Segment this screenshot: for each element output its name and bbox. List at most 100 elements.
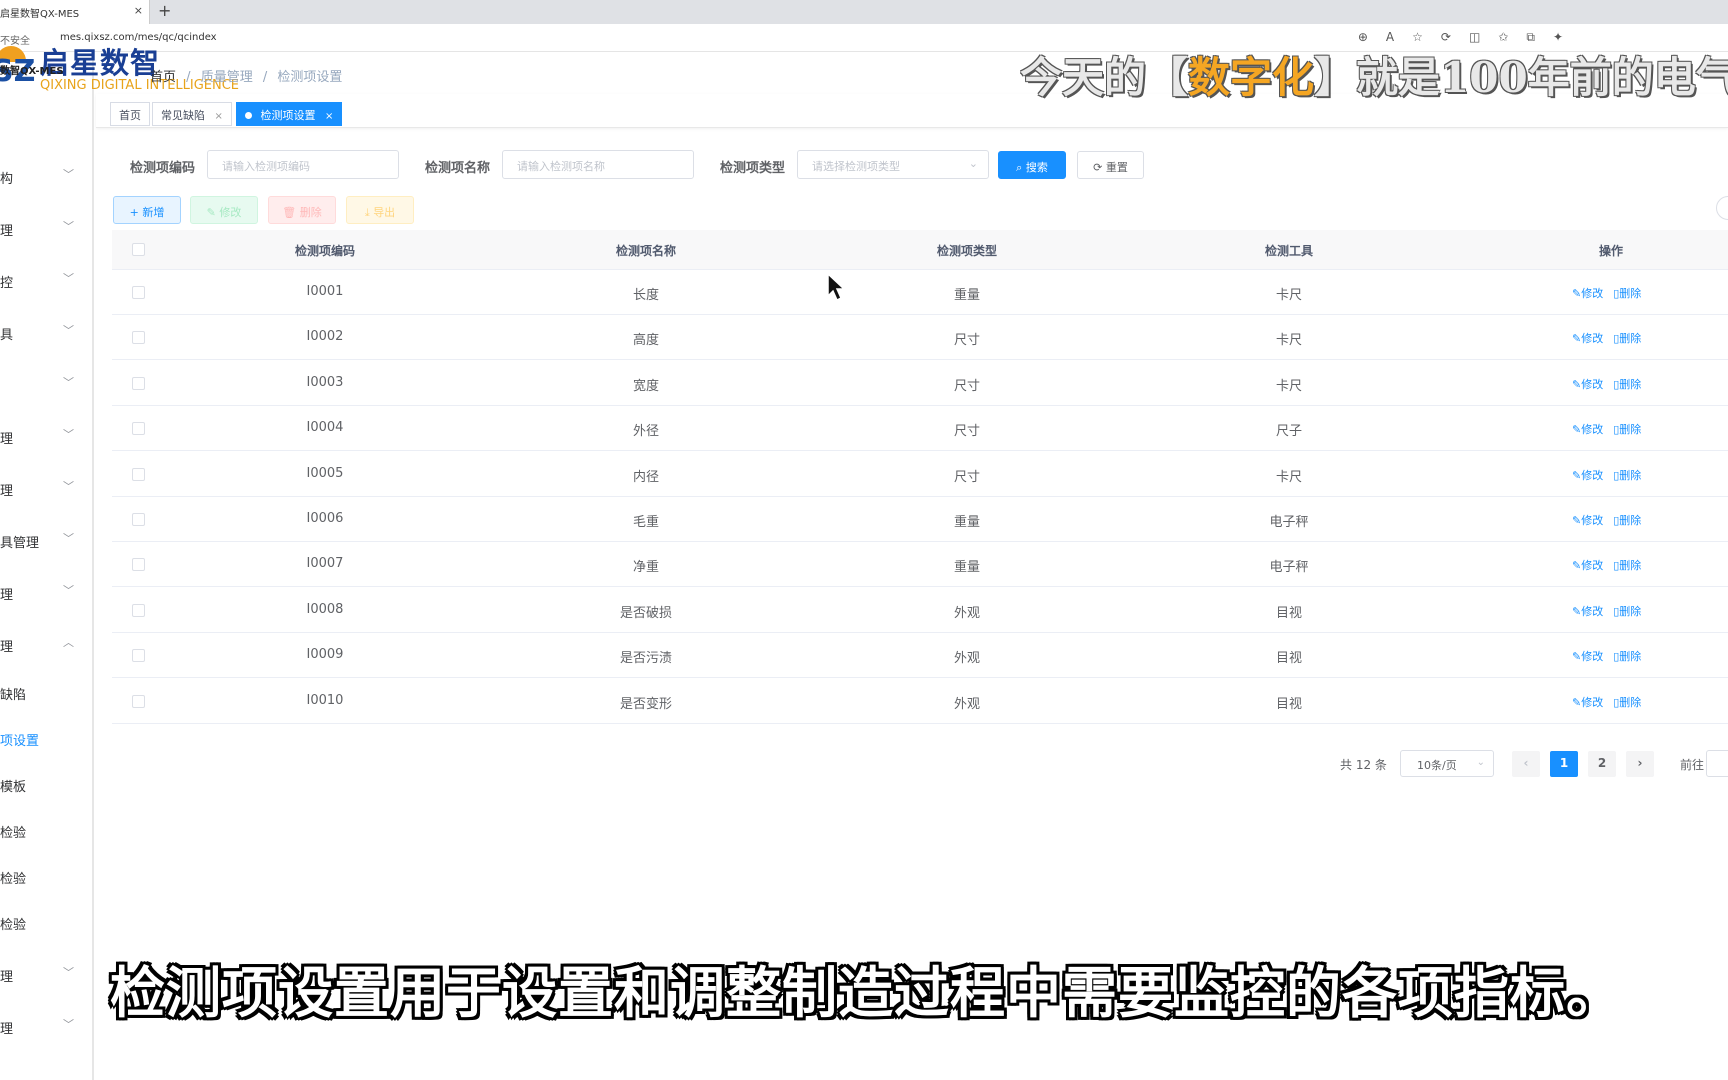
prev-page-button[interactable]: ‹ (1512, 751, 1540, 777)
breadcrumb-home[interactable]: 首页 (150, 70, 176, 85)
page-2-button[interactable]: 2 (1588, 751, 1616, 777)
sidebar-item[interactable]: 具管理 ﹀ (0, 526, 92, 556)
table-row[interactable]: I0004 外径 尺寸 尺子 ✎修改 ▯删除 (112, 406, 1728, 452)
page-size-select[interactable]: 10条/页 ⌄ (1400, 750, 1494, 777)
reset-button[interactable]: ⟳ 重置 (1077, 151, 1144, 179)
row-checkbox[interactable] (132, 513, 145, 526)
sidebar-item[interactable]: 理 ﹀ (0, 1012, 92, 1042)
favorites-icon[interactable]: ✩ (1498, 30, 1508, 45)
row-checkbox[interactable] (132, 558, 145, 572)
header-tool[interactable]: 检测工具 (1265, 242, 1313, 259)
table-row[interactable]: I0003 宽度 尺寸 卡尺 ✎修改 ▯删除 (112, 360, 1728, 406)
delete-button[interactable]: 🗑 删除 (268, 196, 336, 224)
row-edit-link[interactable]: ✎修改 (1572, 514, 1603, 527)
table-row[interactable]: I0007 净重 重量 电子秤 ✎修改 ▯删除 (112, 542, 1728, 588)
extensions-icon[interactable]: ✦ (1553, 30, 1563, 45)
sidebar-item[interactable]: 具 ﹀ (0, 318, 92, 348)
row-delete-link[interactable]: ▯删除 (1613, 469, 1641, 482)
sidebar-item[interactable]: 理 ﹀ (0, 474, 92, 504)
new-tab-button[interactable]: + (158, 1, 171, 20)
read-aloud-icon[interactable]: A (1386, 30, 1394, 45)
sidebar-item[interactable]: 理 ﹀ (0, 422, 92, 452)
zoom-icon[interactable]: ⊕ (1358, 30, 1368, 45)
sidebar-item[interactable]: ﹀ (0, 370, 92, 400)
tag-common-defects[interactable]: 常见缺陷 × (152, 102, 232, 126)
header-type[interactable]: 检测项类型 (937, 242, 997, 259)
sidebar-item[interactable]: 模板 (0, 770, 92, 800)
collections-icon[interactable]: ⧉ (1526, 30, 1535, 45)
favorite-star-icon[interactable]: ☆ (1412, 30, 1423, 45)
row-checkbox[interactable] (132, 694, 145, 708)
row-checkbox[interactable] (132, 286, 145, 299)
row-checkbox[interactable] (132, 331, 145, 345)
table-row[interactable]: I0006 毛重 重量 电子秤 ✎修改 ▯删除 (112, 497, 1728, 542)
row-delete-link[interactable]: ▯删除 (1613, 605, 1641, 618)
sidebar-item[interactable]: 控 ﹀ (0, 266, 92, 296)
close-icon[interactable]: × (325, 111, 333, 122)
code-input[interactable]: 请输入检测项编码 (207, 150, 399, 179)
close-icon[interactable]: × (215, 111, 223, 122)
table-row[interactable]: I0010 是否变形 外观 目视 ✎修改 ▯删除 (112, 678, 1728, 724)
row-delete-link[interactable]: ▯删除 (1613, 287, 1641, 300)
sidebar-item[interactable]: 缺陷 (0, 678, 92, 708)
sidebar-item[interactable]: 构 ﹀ (0, 162, 92, 192)
export-button[interactable]: ⤓ 导出 (346, 196, 414, 224)
browser-tab[interactable]: 启星数智QX-MES × (0, 0, 150, 24)
row-edit-link[interactable]: ✎修改 (1572, 332, 1603, 345)
row-checkbox[interactable] (132, 422, 145, 436)
select-all-checkbox[interactable] (132, 243, 145, 256)
row-edit-link[interactable]: ✎修改 (1572, 696, 1603, 709)
row-edit-link[interactable]: ✎修改 (1572, 287, 1603, 300)
type-select[interactable]: 请选择检测项类型 ⌄ (797, 150, 989, 179)
row-checkbox[interactable] (132, 603, 145, 617)
table-row[interactable]: I0008 是否破损 外观 目视 ✎修改 ▯删除 (112, 587, 1728, 633)
sidebar-item[interactable]: 理 ﹀ (0, 960, 92, 990)
row-edit-link[interactable]: ✎修改 (1572, 378, 1603, 391)
sidebar-item[interactable]: 理 ﹀ (0, 214, 92, 244)
row-delete-link[interactable]: ▯删除 (1613, 514, 1641, 527)
row-edit-link[interactable]: ✎修改 (1572, 559, 1603, 572)
next-page-button[interactable]: › (1626, 751, 1654, 777)
table-row[interactable]: I0005 内径 尺寸 卡尺 ✎修改 ▯删除 (112, 451, 1728, 497)
row-checkbox[interactable] (132, 467, 145, 481)
add-button[interactable]: + 新增 (113, 196, 181, 224)
close-icon[interactable]: × (134, 4, 143, 17)
row-delete-link[interactable]: ▯删除 (1613, 696, 1641, 709)
edit-button[interactable]: ✎ 修改 (190, 196, 258, 224)
table-row[interactable]: I0002 高度 尺寸 卡尺 ✎修改 ▯删除 (112, 315, 1728, 361)
page-1-button[interactable]: 1 (1550, 751, 1578, 777)
table-row[interactable]: I0009 是否污渍 外观 目视 ✎修改 ▯删除 (112, 633, 1728, 679)
sidebar-item[interactable]: 理 ︿ (0, 630, 92, 660)
row-edit-link[interactable]: ✎修改 (1572, 605, 1603, 618)
sidebar-item[interactable]: 检验 (0, 908, 92, 938)
sidebar-item[interactable]: 检验 (0, 816, 92, 846)
table-row[interactable]: I0001 长度 重量 卡尺 ✎修改 ▯删除 (112, 270, 1728, 315)
row-edit-link[interactable]: ✎修改 (1572, 650, 1603, 663)
sidebar-item[interactable]: 项设置 (0, 724, 92, 754)
row-delete-link[interactable]: ▯删除 (1613, 559, 1641, 572)
row-edit-link[interactable]: ✎修改 (1572, 469, 1603, 482)
name-input[interactable]: 请输入检测项名称 (502, 150, 694, 179)
header-code[interactable]: 检测项编码 (295, 242, 355, 259)
pager-goto-input[interactable] (1706, 750, 1728, 777)
refresh-icon[interactable]: ⟳ (1441, 30, 1451, 45)
tag-inspection-items[interactable]: 检测项设置 × (236, 102, 343, 126)
search-button[interactable]: ⌕ 搜索 (998, 151, 1066, 179)
browser-tab-strip: 启星数智QX-MES × + (0, 0, 1728, 24)
row-delete-link[interactable]: ▯删除 (1613, 378, 1641, 391)
row-delete-link[interactable]: ▯删除 (1613, 423, 1641, 436)
row-delete-link[interactable]: ▯删除 (1613, 650, 1641, 663)
split-screen-icon[interactable]: ◫ (1469, 30, 1480, 45)
row-checkbox[interactable] (132, 649, 145, 663)
row-edit-link[interactable]: ✎修改 (1572, 423, 1603, 436)
sidebar-item[interactable]: 理 ﹀ (0, 578, 92, 608)
breadcrumb-quality[interactable]: 质量管理 (201, 70, 253, 85)
tag-home[interactable]: 首页 (110, 102, 150, 126)
row-delete-label: 删除 (1619, 514, 1642, 527)
sidebar-item[interactable]: 检验 (0, 862, 92, 892)
header-name[interactable]: 检测项名称 (616, 242, 676, 259)
cell-name: 外径 (632, 424, 660, 440)
row-delete-link[interactable]: ▯删除 (1613, 332, 1641, 345)
row-checkbox[interactable] (132, 376, 145, 390)
right-toolbar-search-icon[interactable] (1716, 196, 1728, 220)
